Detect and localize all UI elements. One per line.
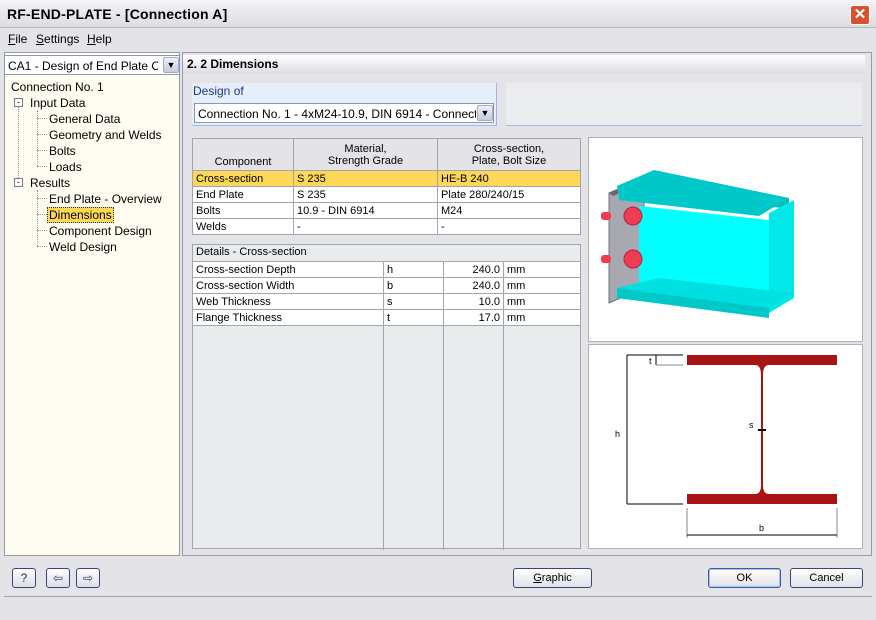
- tree-group-results[interactable]: Results: [30, 176, 70, 190]
- cell: S 235: [293, 170, 438, 187]
- label-b: b: [759, 523, 764, 533]
- tree-item-weld-design[interactable]: Weld Design: [49, 240, 117, 254]
- collapse-icon[interactable]: -: [14, 178, 23, 187]
- cell: h: [383, 261, 444, 278]
- tree-line: [37, 134, 47, 135]
- details-table: Cross-section Depth h 240.0 mm Cross-sectio…: [192, 261, 581, 326]
- close-button[interactable]: ✕: [850, 5, 870, 25]
- tree-group-input-data[interactable]: Input Data: [30, 96, 85, 110]
- design-of-select[interactable]: Connection No. 1 - 4xM24-10.9, DIN 6914 …: [194, 103, 494, 123]
- table-row[interactable]: Cross-section Depth h 240.0 mm: [192, 261, 581, 278]
- tree-line: [37, 198, 47, 199]
- help-icon: ?: [20, 571, 28, 585]
- cell: mm: [503, 261, 581, 278]
- help-button[interactable]: ?: [12, 568, 36, 588]
- cell: Bolts: [192, 202, 294, 219]
- menu-settings[interactable]: Settings: [36, 32, 79, 46]
- cell: 10.9 - DIN 6914: [293, 202, 438, 219]
- table-row[interactable]: Flange Thickness t 17.0 mm: [192, 309, 581, 326]
- cell: t: [383, 309, 444, 326]
- menu-bar: [0, 28, 876, 48]
- info-box: [506, 83, 862, 126]
- column-header-cross-section: Cross-section, Plate, Bolt Size: [437, 138, 581, 171]
- tree-item-bolts[interactable]: Bolts: [49, 144, 76, 158]
- column-header-material: Material, Strength Grade: [293, 138, 438, 171]
- tree-item-geometry-and-welds[interactable]: Geometry and Welds: [49, 128, 162, 142]
- tree-line: [37, 118, 47, 119]
- table-row[interactable]: Web Thickness s 10.0 mm: [192, 293, 581, 310]
- previous-button[interactable]: ⇦: [46, 568, 70, 588]
- table-row[interactable]: Welds - -: [192, 218, 581, 235]
- ok-button[interactable]: OK: [708, 568, 781, 588]
- cell: Cross-section Width: [192, 277, 384, 294]
- cell: mm: [503, 293, 581, 310]
- window-title: RF-END-PLATE - [Connection A]: [7, 6, 228, 22]
- cell: 10.0: [443, 293, 504, 310]
- next-icon: ⇨: [82, 571, 94, 585]
- cancel-button[interactable]: Cancel: [790, 568, 863, 588]
- tree-line: [37, 246, 47, 247]
- tree-root[interactable]: Connection No. 1: [11, 80, 104, 94]
- table-row[interactable]: Bolts 10.9 - DIN 6914 M24: [192, 202, 581, 219]
- cell: mm: [503, 277, 581, 294]
- cell: Cross-section: [192, 170, 294, 187]
- cell: HE-B 240: [437, 170, 581, 187]
- tree-item-loads[interactable]: Loads: [49, 160, 82, 174]
- status-bar: [4, 596, 872, 616]
- label-t: t: [649, 356, 652, 366]
- label-h: h: [615, 429, 620, 439]
- case-select[interactable]: CA1 - Design of End Plate Conr ▼: [4, 55, 180, 75]
- label-s: s: [749, 420, 754, 430]
- design-of-group: Design of Connection No. 1 - 4xM24-10.9,…: [192, 83, 497, 126]
- close-icon: ✕: [853, 6, 867, 23]
- table-row[interactable]: End Plate S 235 Plate 280/240/15: [192, 186, 581, 203]
- cell: -: [293, 218, 438, 235]
- cell: Web Thickness: [192, 293, 384, 310]
- cell: s: [383, 293, 444, 310]
- section-title: 2. 2 Dimensions: [183, 55, 865, 74]
- cell: Welds: [192, 218, 294, 235]
- details-title: Details - Cross-section: [196, 246, 307, 258]
- cell: Cross-section Depth: [192, 261, 384, 278]
- menu-file[interactable]: File: [8, 32, 27, 46]
- cell: 240.0: [443, 277, 504, 294]
- collapse-icon[interactable]: -: [14, 98, 23, 107]
- previous-icon: ⇦: [52, 571, 64, 585]
- cross-section-view[interactable]: h t s b: [588, 344, 863, 549]
- chevron-down-icon[interactable]: ▼: [163, 57, 179, 73]
- design-of-value: Connection No. 1 - 4xM24-10.9, DIN 6914 …: [198, 107, 476, 121]
- 3d-model-view[interactable]: [588, 137, 863, 342]
- cell: Plate 280/240/15: [437, 186, 581, 203]
- tree-line: [37, 230, 47, 231]
- column-header-component: Component: [192, 138, 294, 171]
- i-section-icon: h t s b: [615, 354, 838, 538]
- cell: mm: [503, 309, 581, 326]
- graphic-button[interactable]: Graphic: [513, 568, 592, 588]
- cell: 240.0: [443, 261, 504, 278]
- design-of-label: Design of: [193, 84, 244, 98]
- tree-line: [37, 214, 47, 215]
- tree-item-end-plate-overview[interactable]: End Plate - Overview: [49, 192, 162, 206]
- chevron-down-icon[interactable]: ▼: [477, 105, 493, 121]
- tree-line: [37, 150, 47, 151]
- tree-item-dimensions[interactable]: Dimensions: [47, 207, 114, 223]
- cell: Flange Thickness: [192, 309, 384, 326]
- tree-item-component-design[interactable]: Component Design: [49, 224, 152, 238]
- cell: End Plate: [192, 186, 294, 203]
- table-row[interactable]: Cross-section S 235 HE-B 240: [192, 170, 581, 187]
- table-row[interactable]: Cross-section Width b 240.0 mm: [192, 277, 581, 294]
- menu-help[interactable]: Help: [87, 32, 112, 46]
- cell: b: [383, 277, 444, 294]
- cell: -: [437, 218, 581, 235]
- cell: M24: [437, 202, 581, 219]
- cell: S 235: [293, 186, 438, 203]
- tree-item-general-data[interactable]: General Data: [49, 112, 120, 126]
- end-plate-model-icon: [601, 170, 794, 318]
- cell: 17.0: [443, 309, 504, 326]
- tree-line: [37, 166, 47, 167]
- tree-line: [18, 102, 19, 182]
- case-select-value: CA1 - Design of End Plate Conr: [8, 59, 158, 73]
- next-button[interactable]: ⇨: [76, 568, 100, 588]
- components-table: Component Material, Strength Grade Cross-…: [192, 138, 581, 235]
